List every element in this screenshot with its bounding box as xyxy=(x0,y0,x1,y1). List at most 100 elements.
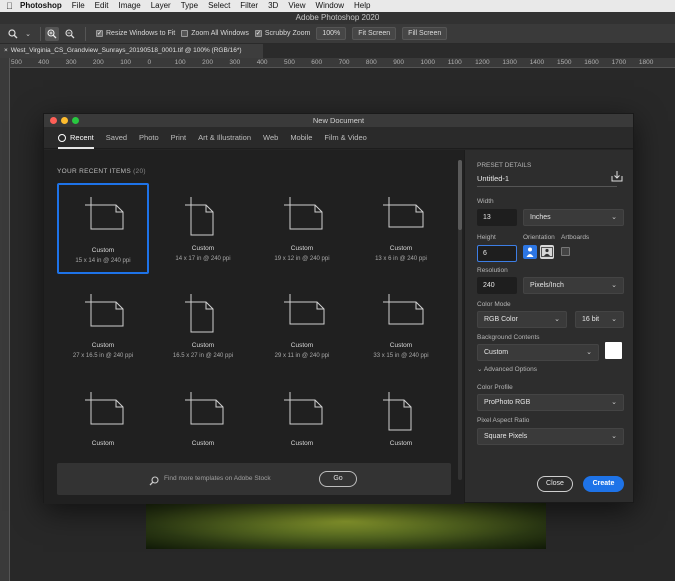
tab-print[interactable]: Print xyxy=(171,127,186,149)
recent-preset-item[interactable]: Custom xyxy=(157,378,249,469)
document-tab-label: West_Virginia_CS_Grandview_Sunrays_20190… xyxy=(10,47,242,54)
recent-preset-item[interactable]: Custom 19 x 12 in @ 240 ppi xyxy=(256,183,348,274)
orientation-landscape-button[interactable] xyxy=(540,245,554,259)
apple-icon[interactable]:  xyxy=(6,1,20,11)
recent-preset-item[interactable]: Custom xyxy=(355,378,447,469)
tab-photo[interactable]: Photo xyxy=(139,127,159,149)
zoom-tool-icon[interactable] xyxy=(6,27,20,41)
document-tab[interactable]: × West_Virginia_CS_Grandview_Sunrays_2019… xyxy=(0,44,263,58)
menu-edit[interactable]: Edit xyxy=(95,0,109,12)
menu-view[interactable]: View xyxy=(288,0,305,12)
color-profile-select[interactable]: ProPhoto RGB ⌄ xyxy=(477,394,624,411)
stock-search-input[interactable]: Find more templates on Adobe Stock xyxy=(164,475,271,482)
preset-name: Custom xyxy=(290,342,314,349)
checkbox-checked-icon: ✓ xyxy=(96,30,103,37)
app-title: Adobe Photoshop 2020 xyxy=(295,13,380,22)
options-bar: ⌄ ✓ Resize Windows to Fit Zoom All Windo… xyxy=(0,24,675,44)
color-mode-select[interactable]: RGB Color ⌄ xyxy=(477,311,567,328)
clock-icon xyxy=(58,133,66,142)
ruler-tick-label: 900 xyxy=(393,59,405,66)
width-input[interactable]: 13 xyxy=(477,209,517,226)
tab-art-illustration[interactable]: Art & Illustration xyxy=(198,127,251,149)
scrollbar-thumb[interactable] xyxy=(458,160,462,230)
zoom-in-icon[interactable] xyxy=(45,26,59,41)
recent-preset-item[interactable]: Custom 27 x 16.5 in @ 240 ppi xyxy=(57,280,149,371)
chevron-down-icon: ⌄ xyxy=(611,214,617,221)
preset-size: 27 x 16.5 in @ 240 ppi xyxy=(72,353,134,359)
resolution-unit-value: Pixels/Inch xyxy=(530,282,564,289)
artboards-checkbox[interactable] xyxy=(561,247,570,256)
recent-preset-item[interactable]: Custom xyxy=(57,378,149,469)
width-unit-value: Inches xyxy=(530,214,551,221)
zoom-out-icon[interactable] xyxy=(63,27,77,41)
tab-recent[interactable]: Recent xyxy=(58,127,94,149)
tab-mobile[interactable]: Mobile xyxy=(290,127,312,149)
tab-saved[interactable]: Saved xyxy=(106,127,127,149)
zoom-all-windows-checkbox[interactable]: Zoom All Windows xyxy=(181,30,249,37)
vertical-ruler[interactable] xyxy=(0,58,10,581)
bit-depth-value: 16 bit xyxy=(582,316,600,323)
pixel-aspect-label: Pixel Aspect Ratio xyxy=(477,417,530,424)
fit-screen-button[interactable]: Fit Screen xyxy=(352,27,397,40)
background-color-swatch[interactable] xyxy=(605,342,622,359)
menu-layer[interactable]: Layer xyxy=(151,0,171,12)
recent-preset-item[interactable]: Custom 15 x 14 in @ 240 ppi xyxy=(57,183,149,274)
document-icon xyxy=(85,197,124,230)
horizontal-ruler[interactable]: 500 400 300 200 100 0 100 200 300 400 500 600 700 800… xyxy=(10,58,675,68)
recent-preset-item[interactable]: Custom 33 x 15 in @ 240 ppi xyxy=(355,280,447,371)
close-icon[interactable]: × xyxy=(4,47,8,54)
ruler-tick-label: 500 xyxy=(284,59,295,66)
zoom-window-button[interactable] xyxy=(72,117,79,124)
document-name-field[interactable]: Untitled-1 xyxy=(477,174,509,183)
resolution-input[interactable]: 240 xyxy=(477,277,517,294)
save-preset-icon[interactable] xyxy=(611,170,623,182)
recent-preset-item[interactable]: Custom xyxy=(256,378,348,469)
recent-preset-item[interactable]: Custom 29 x 11 in @ 240 ppi xyxy=(256,280,348,371)
close-window-button[interactable] xyxy=(50,117,57,124)
resize-windows-checkbox[interactable]: ✓ Resize Windows to Fit xyxy=(96,30,175,37)
chevron-down-icon: ⌄ xyxy=(554,316,560,323)
width-label: Width xyxy=(477,198,494,205)
tab-web[interactable]: Web xyxy=(263,127,278,149)
recent-scrollbar[interactable] xyxy=(458,160,462,480)
minimize-window-button[interactable] xyxy=(61,117,68,124)
pixel-aspect-select[interactable]: Square Pixels ⌄ xyxy=(477,428,624,445)
go-button[interactable]: Go xyxy=(319,471,357,487)
color-mode-label: Color Mode xyxy=(477,301,511,308)
zoom-100-button[interactable]: 100% xyxy=(316,27,347,40)
height-input[interactable]: 6 xyxy=(477,245,517,262)
fill-screen-button[interactable]: Fill Screen xyxy=(402,27,448,40)
width-unit-select[interactable]: Inches ⌄ xyxy=(523,209,624,226)
bit-depth-select[interactable]: 16 bit ⌄ xyxy=(575,311,624,328)
tab-film-video[interactable]: Film & Video xyxy=(324,127,366,149)
color-profile-value: ProPhoto RGB xyxy=(484,399,531,406)
ruler-tick-label: 500 xyxy=(11,59,22,66)
close-button[interactable]: Close xyxy=(537,476,573,492)
menu-filter[interactable]: Filter xyxy=(240,0,258,12)
preset-details-heading: PRESET DETAILS xyxy=(477,162,532,169)
create-button[interactable]: Create xyxy=(583,476,624,492)
menu-file[interactable]: File xyxy=(72,0,85,12)
background-label: Background Contents xyxy=(477,334,540,341)
resolution-unit-select[interactable]: Pixels/Inch ⌄ xyxy=(523,277,624,294)
menu-image[interactable]: Image xyxy=(118,0,140,12)
recent-preset-item[interactable]: Custom 13 x 6 in @ 240 ppi xyxy=(355,183,447,274)
recent-preset-item[interactable]: Custom 16.5 x 27 in @ 240 ppi xyxy=(157,280,249,371)
document-icon xyxy=(185,392,224,425)
orientation-portrait-button[interactable] xyxy=(523,245,537,259)
recent-preset-item[interactable]: Custom 14 x 17 in @ 240 ppi xyxy=(157,183,249,274)
menu-window[interactable]: Window xyxy=(316,0,344,12)
menu-type[interactable]: Type xyxy=(181,0,198,12)
advanced-options-toggle[interactable]: ⌄ Advanced Options xyxy=(477,365,537,373)
ruler-tick-label: 1700 xyxy=(611,59,627,66)
menu-photoshop[interactable]: Photoshop xyxy=(20,0,62,12)
menu-help[interactable]: Help xyxy=(354,0,370,12)
divider xyxy=(40,26,41,41)
chevron-down-icon[interactable]: ⌄ xyxy=(24,27,32,41)
orientation-label: Orientation xyxy=(523,234,555,241)
preset-name: Custom xyxy=(91,342,115,349)
scrubby-zoom-checkbox[interactable]: ✓ Scrubby Zoom xyxy=(254,30,310,37)
background-select[interactable]: Custom ⌄ xyxy=(477,344,599,361)
menu-3d[interactable]: 3D xyxy=(268,0,278,12)
menu-select[interactable]: Select xyxy=(208,0,230,12)
